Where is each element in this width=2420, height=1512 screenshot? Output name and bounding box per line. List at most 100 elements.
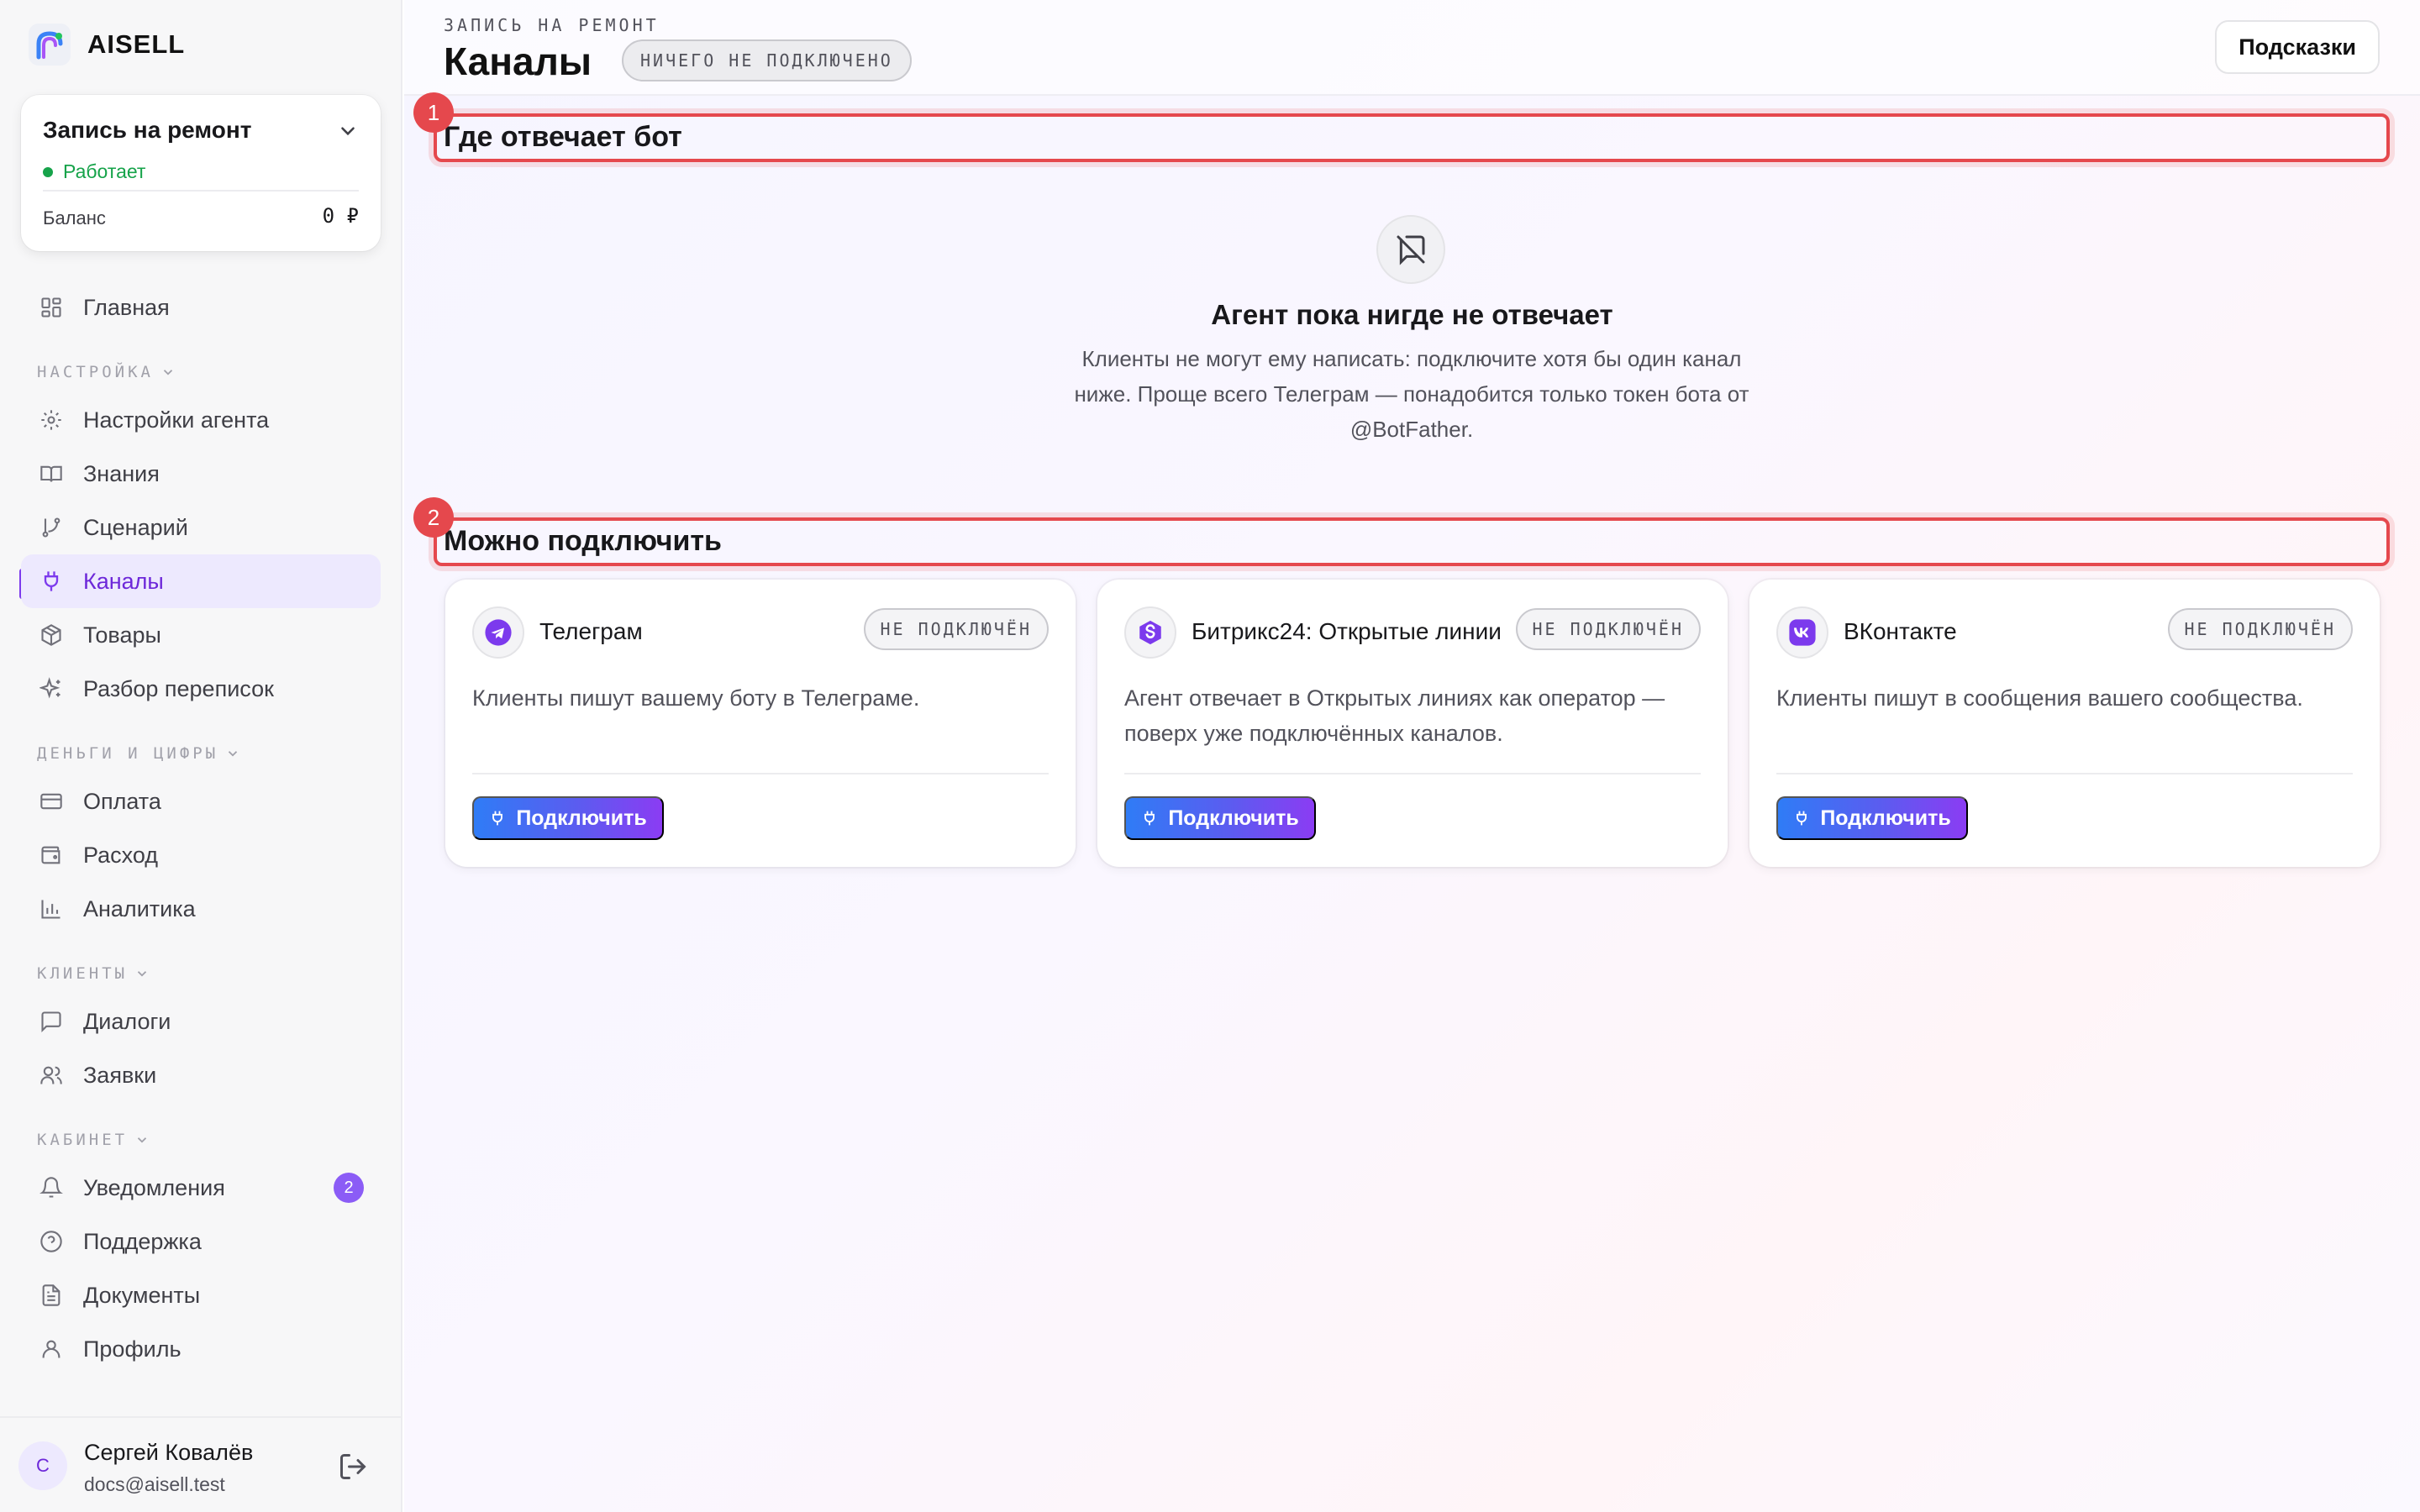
sidebar-item-home[interactable]: Главная <box>21 281 381 334</box>
plug-icon <box>1797 811 1807 826</box>
sidebar-item-expense[interactable]: Расход <box>21 828 381 882</box>
sidebar-item-label: Поддержка <box>83 1228 202 1254</box>
message-off-icon <box>1376 215 1445 284</box>
status-text: Работает <box>63 160 146 182</box>
brand[interactable]: AISELL <box>29 24 185 66</box>
sidebar-item-label: Заявки <box>83 1062 157 1088</box>
connection-status-badge: НИЧЕГО НЕ ПОДКЛЮЧЕНО <box>622 39 912 81</box>
vk-icon <box>1776 606 1828 659</box>
package-icon <box>38 622 65 648</box>
credit-card-icon <box>38 788 65 815</box>
sidebar-item-label: Каналы <box>83 568 164 594</box>
sidebar-item-analytics[interactable]: Аналитика <box>21 882 381 936</box>
section-money[interactable]: ДЕНЬГИ И ЦИФРЫ <box>37 744 240 763</box>
help-circle-icon <box>38 1228 65 1255</box>
sidebar-item-label: Профиль <box>83 1336 182 1362</box>
button-label: Подключить <box>1820 806 1951 830</box>
section-clients[interactable]: КЛИЕНТЫ <box>37 964 150 983</box>
section-frame-available <box>434 517 2390 566</box>
status-badge: НЕ ПОДКЛЮЧЁН <box>2167 608 2353 650</box>
sidebar: AISELL Запись на ремонт Работает Баланс … <box>0 0 402 1512</box>
connect-bitrix24-button[interactable]: Подключить <box>1124 796 1316 840</box>
sidebar-item-label: Документы <box>83 1282 201 1308</box>
sidebar-item-profile[interactable]: Профиль <box>21 1322 381 1376</box>
brand-name: AISELL <box>87 29 186 59</box>
sidebar-item-requests[interactable]: Заявки <box>21 1048 381 1102</box>
annotation-marker-2: 2 <box>413 497 454 538</box>
file-text-icon <box>38 1282 65 1309</box>
sidebar-item-label: Оплата <box>83 788 161 814</box>
project-name: Запись на ремонт <box>43 117 252 143</box>
channel-description: Клиенты пишут в сообщения вашего сообщес… <box>1776 685 2303 711</box>
button-label: Подключить <box>516 806 647 830</box>
channel-card-bitrix24: Битрикс24: Открытые линии НЕ ПОДКЛЮЧЁН А… <box>1097 580 1728 867</box>
section-frame-bot-channels <box>434 113 2390 162</box>
user-icon <box>38 1336 65 1362</box>
section-label-text: КАБИНЕТ <box>37 1131 129 1149</box>
main-content: ЗАПИСЬ НА РЕМОНТ Каналы НИЧЕГО НЕ ПОДКЛЮ… <box>404 0 2420 1512</box>
status-dot <box>43 166 53 177</box>
section-setup[interactable]: НАСТРОЙКА <box>37 363 176 381</box>
channel-description: Агент отвечает в Открытых линиях как опе… <box>1124 685 1665 746</box>
chevron-down-icon <box>229 751 238 757</box>
sidebar-item-label: Уведомления <box>83 1174 225 1200</box>
dashboard-icon <box>38 294 65 321</box>
plug-icon <box>38 568 65 595</box>
channel-title: Битрикс24: Открытые линии <box>1192 618 1502 644</box>
chevron-down-icon <box>137 1137 147 1143</box>
sidebar-item-label: Диалоги <box>83 1008 171 1034</box>
channel-title: Телеграм <box>539 618 643 644</box>
empty-state-title: Агент пока нигде не отвечает <box>1211 299 1613 330</box>
git-branch-icon <box>38 514 65 541</box>
sidebar-item-scenario[interactable]: Сценарий <box>21 501 381 554</box>
sidebar-item-label: Сценарий <box>83 514 188 540</box>
channel-card-vk: ВКонтакте НЕ ПОДКЛЮЧЁН Клиенты пишут в с… <box>1749 580 2380 867</box>
sidebar-item-chat-review[interactable]: Разбор переписок <box>21 662 381 716</box>
connect-vk-button[interactable]: Подключить <box>1776 796 1968 840</box>
users-icon <box>38 1062 65 1089</box>
sidebar-item-documents[interactable]: Документы <box>21 1268 381 1322</box>
status-badge: НЕ ПОДКЛЮЧЁН <box>863 608 1049 650</box>
channel-title: ВКонтакте <box>1844 618 1957 644</box>
hints-button[interactable]: Подсказки <box>2215 20 2380 74</box>
divider <box>1124 773 1701 774</box>
divider <box>1776 773 2353 774</box>
chevron-down-icon[interactable] <box>337 120 359 142</box>
page-header: ЗАПИСЬ НА РЕМОНТ Каналы НИЧЕГО НЕ ПОДКЛЮ… <box>404 0 2420 96</box>
section-label-text: ДЕНЬГИ И ЦИФРЫ <box>37 744 219 763</box>
sidebar-item-payment[interactable]: Оплата <box>21 774 381 828</box>
sidebar-item-label: Знания <box>83 460 160 486</box>
avatar[interactable]: С <box>18 1441 67 1490</box>
logout-icon[interactable] <box>338 1452 368 1482</box>
connect-telegram-button[interactable]: Подключить <box>472 796 664 840</box>
telegram-icon <box>472 606 524 659</box>
notifications-count-badge: 2 <box>334 1173 364 1203</box>
sidebar-item-dialogs[interactable]: Диалоги <box>21 995 381 1048</box>
plug-icon <box>492 811 503 826</box>
divider <box>472 773 1049 774</box>
project-selector[interactable]: Запись на ремонт Работает Баланс 0 ₽ <box>21 95 381 251</box>
button-label: Подключить <box>1168 806 1299 830</box>
balance-value: 0 ₽ <box>322 204 359 228</box>
user-email: docs@aisell.test <box>84 1473 225 1495</box>
sidebar-item-support[interactable]: Поддержка <box>21 1215 381 1268</box>
sparkles-icon <box>38 675 65 702</box>
section-title-bot-channels: Где отвечает бот <box>444 121 682 153</box>
annotation-marker-1: 1 <box>413 92 454 133</box>
wallet-icon <box>38 842 65 869</box>
user-block: С Сергей Ковалёв docs@aisell.test <box>0 1416 402 1512</box>
sidebar-item-channels[interactable]: Каналы <box>21 554 381 608</box>
sidebar-item-products[interactable]: Товары <box>21 608 381 662</box>
chevron-down-icon <box>163 370 173 375</box>
user-name: Сергей Ковалёв <box>84 1440 254 1465</box>
sidebar-item-label: Разбор переписок <box>83 675 274 701</box>
sidebar-item-knowledge[interactable]: Знания <box>21 447 381 501</box>
sidebar-item-agent-settings[interactable]: Настройки агента <box>21 393 381 447</box>
channel-card-telegram: Телеграм НЕ ПОДКЛЮЧЁН Клиенты пишут ваше… <box>445 580 1076 867</box>
breadcrumb[interactable]: ЗАПИСЬ НА РЕМОНТ <box>444 15 660 35</box>
sidebar-item-label: Расход <box>83 842 159 868</box>
section-account[interactable]: КАБИНЕТ <box>37 1131 150 1149</box>
status-badge: НЕ ПОДКЛЮЧЁН <box>1515 608 1701 650</box>
book-icon <box>38 460 65 487</box>
sidebar-item-notifications[interactable]: Уведомления 2 <box>21 1161 381 1215</box>
